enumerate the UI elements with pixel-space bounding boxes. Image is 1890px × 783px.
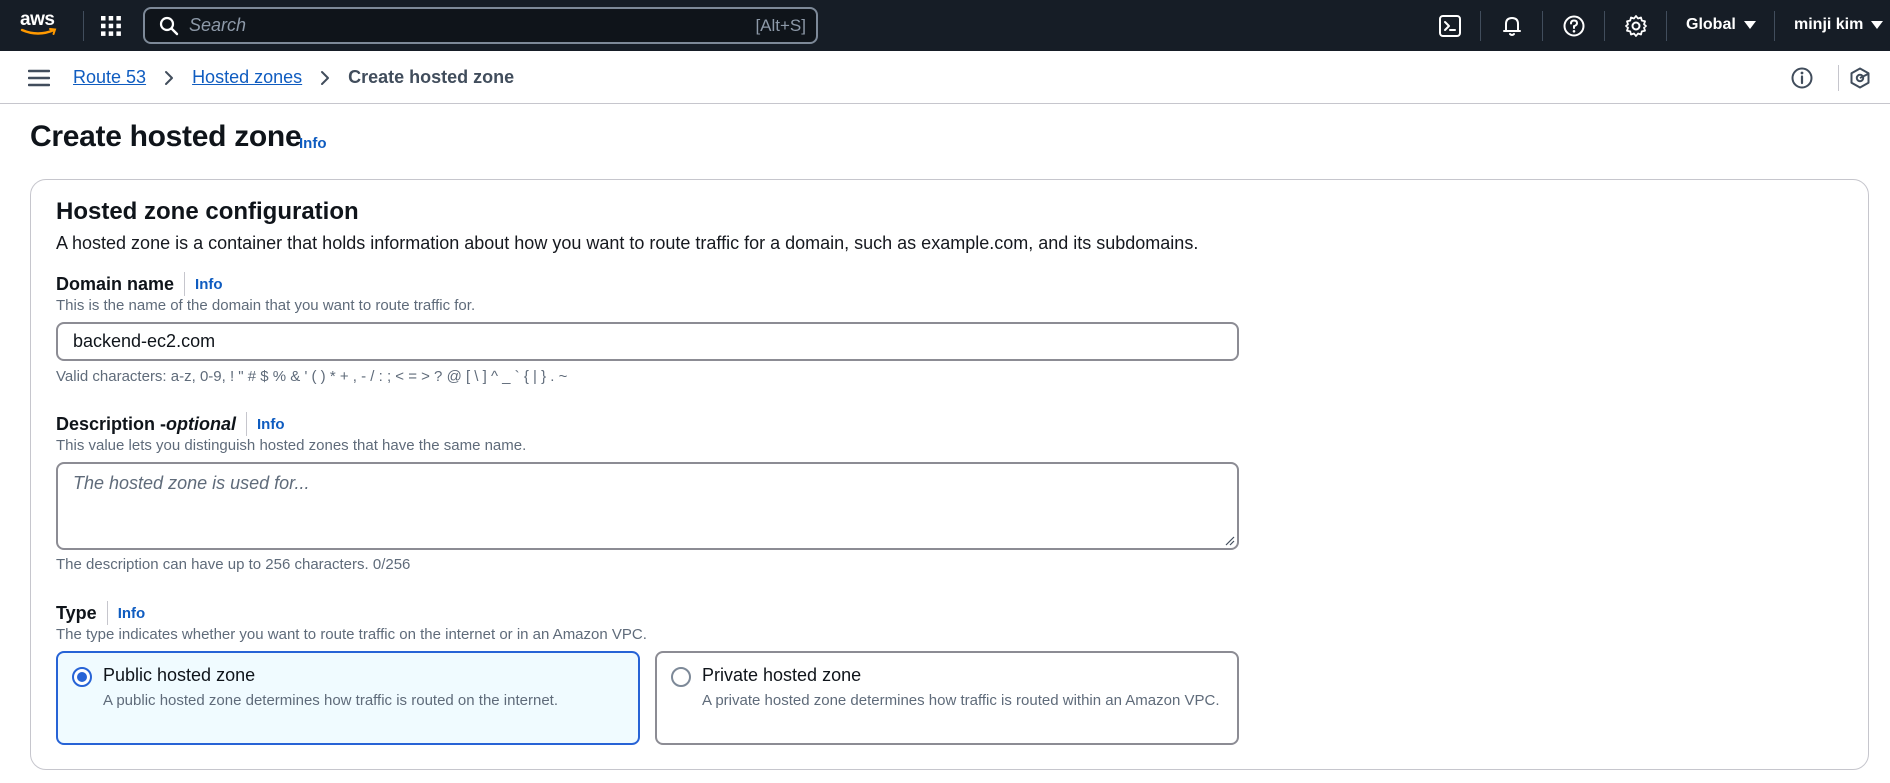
section-description: A hosted zone is a container that holds …: [56, 233, 1199, 253]
menu-icon[interactable]: [28, 68, 50, 88]
domain-name-label: Domain name Info: [56, 272, 223, 296]
account-menu[interactable]: minji kim: [1794, 16, 1884, 34]
caret-down-icon: [1871, 21, 1884, 29]
label-divider: [246, 412, 248, 436]
private-hosted-zone-title: Private hosted zone: [702, 665, 862, 685]
public-hosted-zone-description: A public hosted zone determines how traf…: [103, 692, 558, 709]
help-icon[interactable]: [1562, 14, 1586, 38]
resize-handle-icon[interactable]: [1225, 536, 1235, 546]
domain-name-input[interactable]: backend-ec2.com: [56, 322, 1239, 361]
gear-icon[interactable]: [1624, 14, 1648, 38]
breadcrumb-divider: [1838, 65, 1839, 91]
search-input[interactable]: Search [Alt+S]: [143, 7, 818, 44]
chevron-right-icon: [165, 70, 174, 85]
breadcrumb-bar: Route 53 Hosted zones Create hosted zone: [0, 51, 1890, 104]
description-label: Description - optional Info: [56, 412, 285, 436]
description-info-link[interactable]: Info: [257, 416, 285, 433]
breadcrumb: Route 53 Hosted zones Create hosted zone: [73, 67, 514, 88]
bell-icon[interactable]: [1500, 14, 1524, 38]
description-textarea[interactable]: The hosted zone is used for...: [56, 462, 1239, 550]
public-hosted-zone-title: Public hosted zone: [103, 665, 256, 685]
page-title: Create hosted zone: [30, 120, 302, 153]
nav-divider: [83, 11, 84, 41]
region-selector[interactable]: Global: [1686, 16, 1756, 34]
description-label-text: Description -: [56, 413, 167, 434]
breadcrumb-hosted-zones[interactable]: Hosted zones: [192, 67, 302, 88]
type-label-text: Type: [56, 602, 97, 623]
domain-name-info-link[interactable]: Info: [195, 276, 223, 293]
public-hosted-zone-option[interactable]: Public hosted zone A public hosted zone …: [56, 651, 640, 745]
region-label: Global: [1686, 16, 1736, 33]
type-info-link[interactable]: Info: [118, 605, 146, 622]
user-name: minji kim: [1794, 16, 1864, 33]
aws-logo[interactable]: aws: [20, 10, 62, 40]
domain-name-label-text: Domain name: [56, 273, 175, 294]
label-divider: [106, 601, 108, 625]
type-hint: The type indicates whether you want to r…: [56, 626, 647, 643]
cloudshell-icon[interactable]: [1438, 14, 1462, 38]
page-info-link[interactable]: Info: [299, 135, 327, 152]
section-title: Hosted zone configuration: [56, 198, 359, 225]
private-hosted-zone-option[interactable]: Private hosted zone A private hosted zon…: [655, 651, 1239, 745]
search-icon: [159, 16, 179, 35]
description-constraint: The description can have up to 256 chara…: [56, 556, 411, 573]
breadcrumb-current: Create hosted zone: [348, 67, 515, 87]
search-shortcut: [Alt+S]: [755, 16, 806, 35]
search-placeholder: Search: [189, 15, 247, 35]
nav-divider: [1666, 11, 1667, 41]
private-hosted-zone-description: A private hosted zone determines how tra…: [702, 692, 1220, 709]
type-label: Type Info: [56, 601, 145, 625]
private-hosted-zone-radio[interactable]: [671, 667, 691, 687]
top-navigation: aws Search [Alt+S] Global minji kim: [0, 0, 1890, 51]
chevron-right-icon: [321, 70, 330, 85]
nav-divider: [1542, 11, 1543, 41]
nav-divider: [1774, 11, 1775, 41]
public-hosted-zone-radio[interactable]: [72, 667, 92, 687]
nav-divider: [1480, 11, 1481, 41]
services-grid-icon[interactable]: [100, 15, 122, 37]
description-placeholder: The hosted zone is used for...: [73, 473, 310, 493]
domain-name-constraint: Valid characters: a-z, 0-9, ! " # $ % & …: [56, 368, 568, 385]
domain-name-value: backend-ec2.com: [73, 331, 216, 351]
description-optional-text: optional: [166, 413, 237, 434]
info-panel-icon[interactable]: [1790, 66, 1814, 90]
domain-name-hint: This is the name of the domain that you …: [56, 297, 476, 314]
breadcrumb-route53[interactable]: Route 53: [73, 67, 146, 88]
nav-divider: [1604, 11, 1605, 41]
settings-panel-icon[interactable]: [1848, 66, 1872, 90]
description-hint: This value lets you distinguish hosted z…: [56, 437, 527, 454]
label-divider: [184, 272, 186, 296]
caret-down-icon: [1743, 21, 1756, 29]
